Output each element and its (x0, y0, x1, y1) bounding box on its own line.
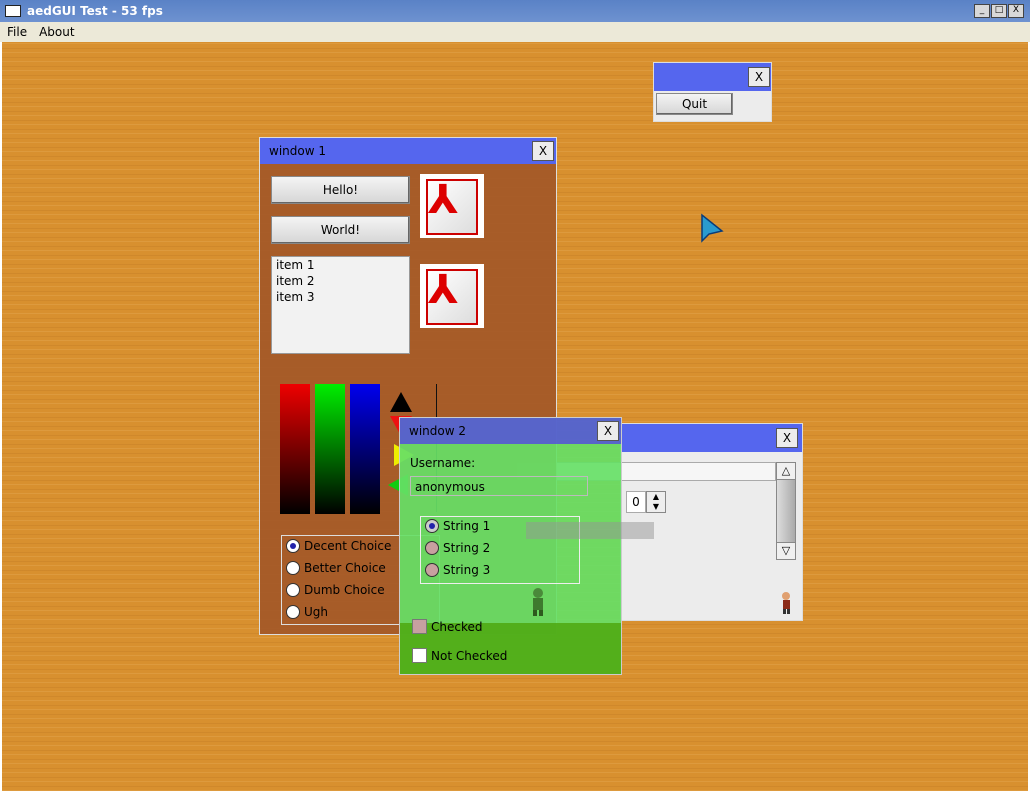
menu-about[interactable]: About (32, 25, 79, 39)
radio-indicator[interactable] (286, 605, 300, 619)
pdf-icon: ⅄ (420, 174, 484, 238)
radio-label: String 2 (443, 541, 491, 555)
menubar: File About (0, 22, 1030, 42)
radio-label: String 3 (443, 563, 491, 577)
radio-better-choice[interactable]: Better Choice (286, 561, 386, 575)
app-icon (5, 5, 21, 17)
window3-close-button[interactable]: X (776, 428, 798, 448)
username-label: Username: (410, 456, 476, 470)
progress-bar (526, 522, 654, 539)
radio-indicator[interactable] (286, 539, 300, 553)
radio-decent-choice[interactable]: Decent Choice (286, 539, 391, 553)
window-controls: _ □ X (974, 4, 1024, 18)
window2: window 2 X Username: anonymous String 1 … (399, 417, 654, 675)
character-sprite-icon (782, 592, 790, 614)
spin-down-icon[interactable]: ▼ (647, 502, 665, 512)
list-item[interactable]: item 3 (272, 289, 409, 305)
radio-label: Decent Choice (304, 539, 392, 553)
radio-label: String 1 (443, 519, 491, 533)
green-slider[interactable] (315, 384, 345, 514)
checkbox-checked[interactable]: Checked (412, 619, 483, 634)
checkbox-not-checked[interactable]: Not Checked (412, 648, 507, 663)
window1-title: window 1 (269, 144, 326, 158)
red-slider[interactable] (280, 384, 310, 514)
spin-up-icon[interactable]: ▲ (647, 492, 665, 502)
blue-slider[interactable] (350, 384, 380, 514)
hello-button[interactable]: Hello! (271, 176, 410, 204)
quit-window-close-button[interactable]: X (748, 67, 770, 87)
close-app-button[interactable]: X (1008, 4, 1024, 18)
pdf-icon: ⅄ (420, 264, 484, 328)
vertical-scrollbar[interactable]: △ ▽ (776, 462, 796, 560)
radio-string-1[interactable]: String 1 (425, 519, 490, 533)
checkbox-box[interactable] (412, 648, 427, 663)
item-listbox[interactable]: item 1 item 2 item 3 (271, 256, 410, 354)
scroll-down-icon[interactable]: ▽ (777, 542, 795, 559)
black-arrow-up-icon[interactable] (390, 392, 412, 412)
radio-ugh[interactable]: Ugh (286, 605, 328, 619)
list-item[interactable]: item 1 (272, 257, 409, 273)
radio-indicator[interactable] (425, 563, 439, 577)
radio-indicator[interactable] (286, 583, 300, 597)
list-item[interactable]: item 2 (272, 273, 409, 289)
radio-string-3[interactable]: String 3 (425, 563, 490, 577)
app-title: aedGUI Test - 53 fps (27, 4, 163, 18)
scroll-up-icon[interactable]: △ (777, 463, 795, 480)
checkbox-box[interactable] (412, 619, 427, 634)
quit-window-titlebar[interactable]: X (654, 63, 771, 91)
window1-close-button[interactable]: X (532, 141, 554, 161)
radio-label: Ugh (304, 605, 329, 619)
minimize-button[interactable]: _ (974, 4, 990, 18)
radio-indicator[interactable] (286, 561, 300, 575)
app-titlebar: aedGUI Test - 53 fps _ □ X (0, 0, 1030, 22)
maximize-button[interactable]: □ (991, 4, 1007, 18)
window1-titlebar[interactable]: window 1 X (260, 138, 556, 164)
radio-label: Dumb Choice (304, 583, 385, 597)
radio-indicator[interactable] (425, 519, 439, 533)
window2-close-button[interactable]: X (597, 421, 619, 441)
username-input[interactable]: anonymous (410, 476, 588, 496)
quit-button[interactable]: Quit (656, 93, 733, 115)
cursor-arrow-icon (701, 213, 724, 243)
character-sprite-icon (533, 588, 543, 616)
window2-titlebar[interactable]: window 2 X (400, 418, 621, 444)
menu-file[interactable]: File (0, 25, 32, 39)
window3-titlebar[interactable]: X (621, 424, 802, 452)
radio-label: Better Choice (304, 561, 386, 575)
checkbox-label: Not Checked (431, 648, 508, 663)
quit-window: X Quit (653, 62, 772, 122)
checkbox-label: Checked (431, 619, 483, 634)
spin-buttons[interactable]: ▲ ▼ (646, 491, 666, 513)
world-button[interactable]: World! (271, 216, 410, 244)
radio-string-2[interactable]: String 2 (425, 541, 490, 555)
radio-indicator[interactable] (425, 541, 439, 555)
window2-title: window 2 (409, 424, 466, 438)
radio-dumb-choice[interactable]: Dumb Choice (286, 583, 385, 597)
spin-value[interactable]: 0 (626, 491, 646, 513)
